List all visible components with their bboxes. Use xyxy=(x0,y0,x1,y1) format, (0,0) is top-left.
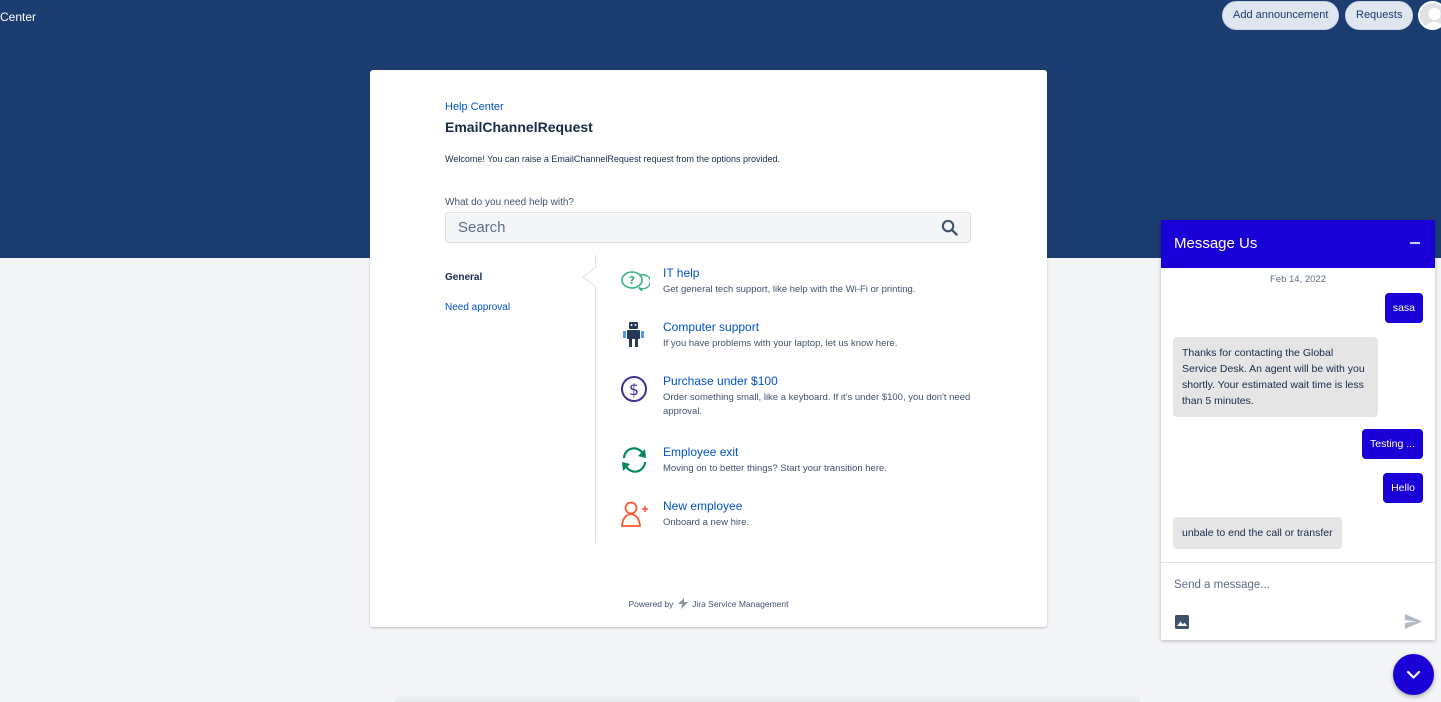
add-announcement-button[interactable]: Add announcement xyxy=(1222,1,1340,30)
search-input[interactable] xyxy=(446,213,926,242)
request-description: Order something small, like a keyboard. … xyxy=(663,392,971,417)
powered-prefix: Powered by xyxy=(628,599,674,609)
request-title: IT help xyxy=(663,266,700,280)
chat-title: Message Us xyxy=(1174,235,1258,252)
dollar-icon: $ xyxy=(621,376,647,402)
group-tab-need-approval[interactable]: Need approval xyxy=(445,302,510,313)
welcome-message: Welcome! You can raise a EmailChannelReq… xyxy=(445,154,781,164)
request-description: Get general tech support, like help with… xyxy=(663,284,916,295)
person-icon xyxy=(1424,8,1441,28)
add-person-icon xyxy=(621,501,648,527)
breadcrumb-help-center[interactable]: Help Center xyxy=(445,101,504,113)
search-icon[interactable] xyxy=(941,219,958,236)
chevron-down-icon xyxy=(1406,670,1421,679)
user-avatar[interactable] xyxy=(1418,1,1441,30)
selected-group-pointer xyxy=(582,268,597,286)
request-type-new-employee[interactable]: New employee Onboard a new hire. xyxy=(620,499,980,543)
image-attach-icon[interactable] xyxy=(1174,614,1190,630)
cycle-arrows-icon xyxy=(622,447,647,473)
jira-bolt-icon xyxy=(677,598,688,609)
request-type-purchase-under-100[interactable]: $ Purchase under $100 Order something sm… xyxy=(620,374,980,418)
chat-message-outgoing: Testing ... xyxy=(1362,429,1423,459)
request-description: If you have problems with your laptop, l… xyxy=(663,338,898,349)
request-type-computer-support[interactable]: Computer support If you have problems wi… xyxy=(620,320,980,364)
send-icon[interactable] xyxy=(1404,613,1423,630)
chat-message-outgoing: Hello xyxy=(1383,473,1423,503)
chat-message-incoming: unbale to end the call or transfer xyxy=(1173,517,1342,549)
request-title: New employee xyxy=(663,499,743,513)
chat-toggle-button[interactable] xyxy=(1393,654,1434,695)
portal-title: EmailChannelRequest xyxy=(445,119,593,135)
request-type-it-help[interactable]: ? IT help Get general tech support, like… xyxy=(620,266,980,310)
robot-icon xyxy=(623,322,644,347)
request-title: Employee exit xyxy=(663,445,739,459)
request-description: Moving on to better things? Start your t… xyxy=(663,463,887,474)
chat-message-input[interactable] xyxy=(1174,575,1414,595)
jira-service-management-link[interactable]: Jira Service Management xyxy=(692,599,788,609)
page-bottom-shadow xyxy=(395,694,1140,702)
request-title: Purchase under $100 xyxy=(663,374,778,388)
svg-text:?: ? xyxy=(629,274,635,287)
chat-message-outgoing: sasa xyxy=(1384,293,1423,323)
chat-composer xyxy=(1161,562,1435,640)
search-box xyxy=(445,212,971,243)
site-title[interactable]: Center xyxy=(0,10,36,24)
minimize-chat-button[interactable] xyxy=(1405,233,1425,253)
question-bubble-icon: ? xyxy=(621,271,650,292)
chat-message-incoming: Thanks for contacting the Global Service… xyxy=(1173,337,1378,417)
powered-by-footer: Powered by Jira Service Management xyxy=(370,598,1047,609)
request-title: Computer support xyxy=(663,320,760,334)
group-divider xyxy=(595,255,596,543)
svg-text:$: $ xyxy=(629,380,639,399)
minus-icon xyxy=(1410,242,1420,244)
group-tab-general[interactable]: General xyxy=(445,272,482,283)
search-label: What do you need help with? xyxy=(445,197,574,208)
chat-widget: Message Us Feb 14, 2022 sasa Thanks for … xyxy=(1161,220,1435,640)
request-description: Onboard a new hire. xyxy=(663,517,750,528)
chat-header: Message Us xyxy=(1161,220,1435,268)
request-type-employee-exit[interactable]: Employee exit Moving on to better things… xyxy=(620,445,980,489)
requests-button[interactable]: Requests xyxy=(1345,1,1414,30)
portal-card: Help Center EmailChannelRequest Welcome!… xyxy=(370,70,1047,627)
chat-date: Feb 14, 2022 xyxy=(1270,274,1326,285)
chat-messages[interactable]: Feb 14, 2022 sasa Thanks for contacting … xyxy=(1161,268,1435,562)
